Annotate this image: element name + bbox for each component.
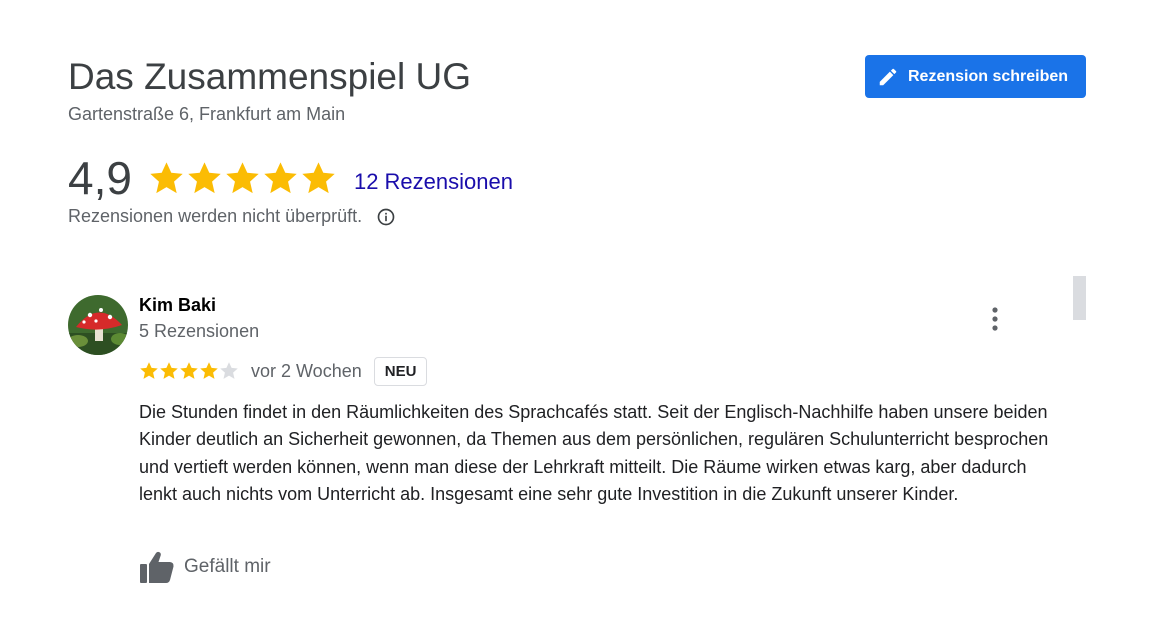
scrollbar-thumb[interactable] xyxy=(1073,276,1086,320)
review-rating-stars xyxy=(139,361,239,381)
rating-summary: 4,9 12 Rezensionen xyxy=(68,152,513,204)
star-filled-icon xyxy=(150,161,183,193)
like-button[interactable]: Gefällt mir xyxy=(139,550,271,584)
star-filled-icon xyxy=(200,362,218,379)
star-empty-icon xyxy=(220,362,238,379)
more-vertical-icon[interactable] xyxy=(983,306,1007,332)
write-review-label: Rezension schreiben xyxy=(908,67,1069,85)
star-filled-icon xyxy=(188,161,221,193)
mushroom-avatar xyxy=(68,295,128,355)
star-filled-icon xyxy=(264,161,297,193)
reviewer-review-count: 5 Rezensionen xyxy=(139,321,260,341)
pencil-icon xyxy=(879,68,897,85)
star-filled-icon xyxy=(226,161,259,193)
business-address: Gartenstraße 6, Frankfurt am Main xyxy=(68,104,346,124)
review-meta: vor 2 Wochen NEU xyxy=(139,356,428,386)
like-label: Gefällt mir xyxy=(184,556,271,577)
star-filled-icon xyxy=(140,362,158,379)
write-review-button[interactable]: Rezension schreiben xyxy=(865,55,1086,98)
reviewer-avatar[interactable] xyxy=(68,295,128,355)
review-time: vor 2 Wochen xyxy=(251,360,362,381)
unverified-note: Rezensionen werden nicht überprüft. xyxy=(68,206,396,227)
unverified-note-text: Rezensionen werden nicht überprüft. xyxy=(68,206,363,226)
star-filled-icon xyxy=(180,362,198,379)
info-icon[interactable] xyxy=(376,207,396,227)
reviews-count-link[interactable]: 12 Rezensionen xyxy=(354,169,513,195)
average-rating-stars xyxy=(148,160,338,197)
thumbs-up-icon xyxy=(140,551,174,583)
average-rating: 4,9 xyxy=(68,152,132,204)
business-name: Das Zusammenspiel UG xyxy=(68,56,472,97)
review-text: Die Stunden findet in den Räumlichkeiten… xyxy=(139,402,1049,505)
star-filled-icon xyxy=(302,161,335,193)
star-filled-icon xyxy=(160,362,178,379)
new-badge: NEU xyxy=(373,356,428,386)
reviewer-name[interactable]: Kim Baki xyxy=(139,295,216,316)
